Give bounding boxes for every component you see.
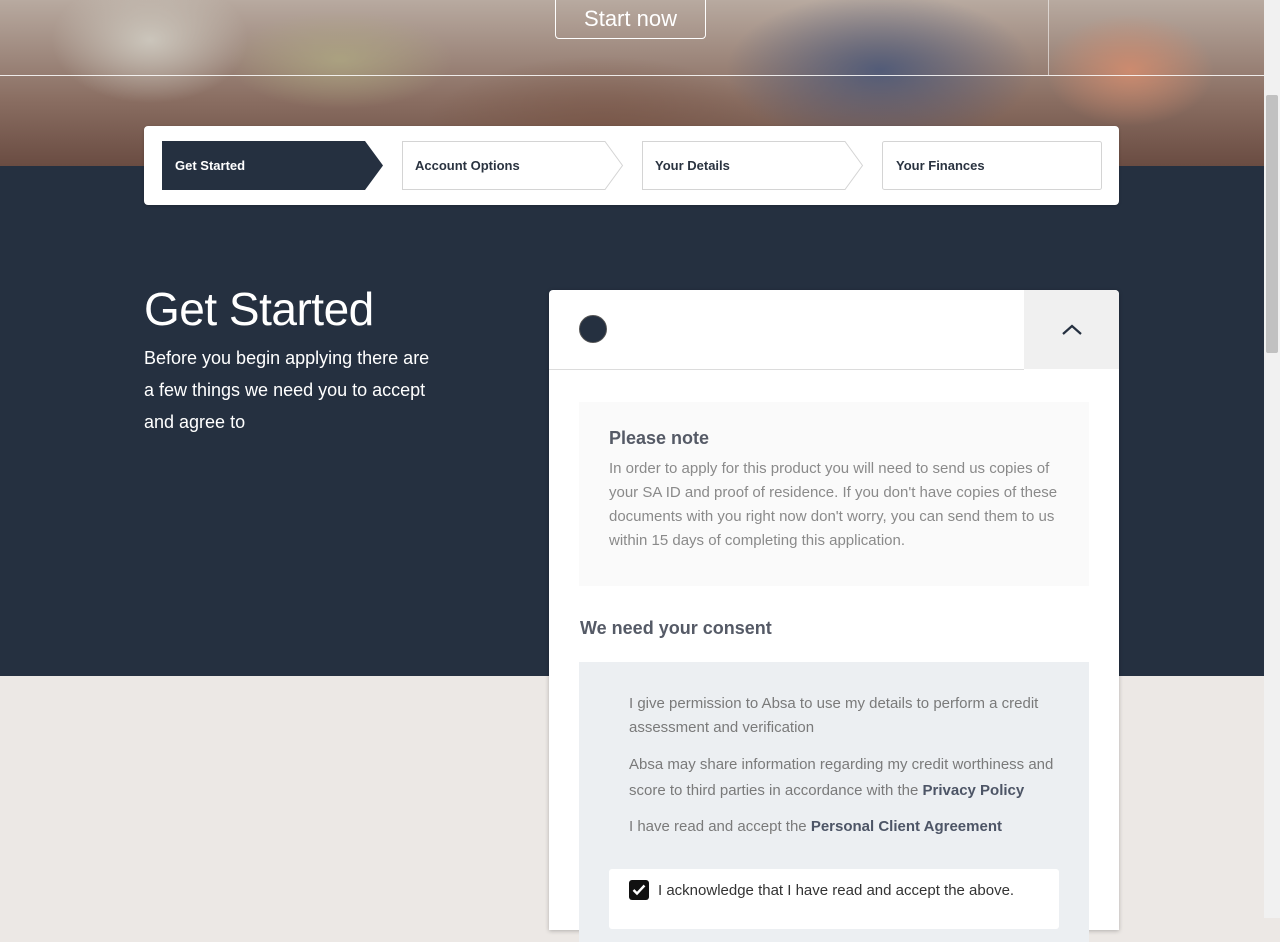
please-note-panel: Please note In order to apply for this p…	[579, 402, 1089, 586]
page-subtitle: Before you begin applying there are a fe…	[144, 348, 430, 432]
acknowledge-label: I acknowledge that I have read and accep…	[658, 882, 1015, 899]
collapse-button[interactable]	[1024, 290, 1119, 369]
acknowledge-checkbox[interactable]	[629, 880, 649, 900]
page-title: Get Started	[144, 283, 374, 335]
agreement-text: I have read and accept the Personal Clie…	[629, 814, 1059, 840]
step-label: Your Finances	[896, 158, 985, 173]
consent-card: Please note In order to apply for this p…	[549, 290, 1119, 942]
step-indicator-dot	[579, 315, 607, 343]
personal-client-agreement-link[interactable]: Personal Client Agreement	[811, 818, 1002, 835]
note-title: Please note	[609, 428, 710, 448]
step-label: Your Details	[655, 158, 730, 173]
agreement-prefix: I have read and accept the	[629, 818, 807, 835]
note-body: In order to apply for this product you w…	[609, 460, 1058, 549]
acknowledge-row[interactable]: I acknowledge that I have read and accep…	[609, 869, 1059, 929]
permission-text: I give permission to Absa to use my deta…	[629, 695, 1039, 736]
step-label: Get Started	[175, 158, 246, 173]
consent-panel: I give permission to Absa to use my deta…	[579, 662, 1089, 942]
checkmark-icon	[632, 884, 646, 896]
consent-title: We need your consent	[580, 618, 772, 638]
step-get-started[interactable]: Get Started	[162, 141, 384, 190]
hero-vertical-divider	[1048, 0, 1049, 75]
progress-stepper: Get Started Account Options Your Details…	[144, 126, 1119, 205]
chevron-up-icon	[1061, 324, 1082, 335]
privacy-policy-link[interactable]: Privacy Policy	[923, 782, 1025, 799]
step-your-finances[interactable]: Your Finances	[882, 141, 1102, 190]
page-scrollbar-thumb[interactable]	[1266, 95, 1278, 353]
share-info-text: Absa may share information regarding my …	[629, 752, 1059, 804]
hero-divider	[0, 75, 1264, 76]
step-your-details[interactable]: Your Details	[642, 141, 864, 190]
step-label: Account Options	[415, 158, 520, 173]
step-account-options[interactable]: Account Options	[402, 141, 624, 190]
card-header	[549, 290, 1024, 370]
start-now-button[interactable]: Start now	[555, 0, 706, 39]
